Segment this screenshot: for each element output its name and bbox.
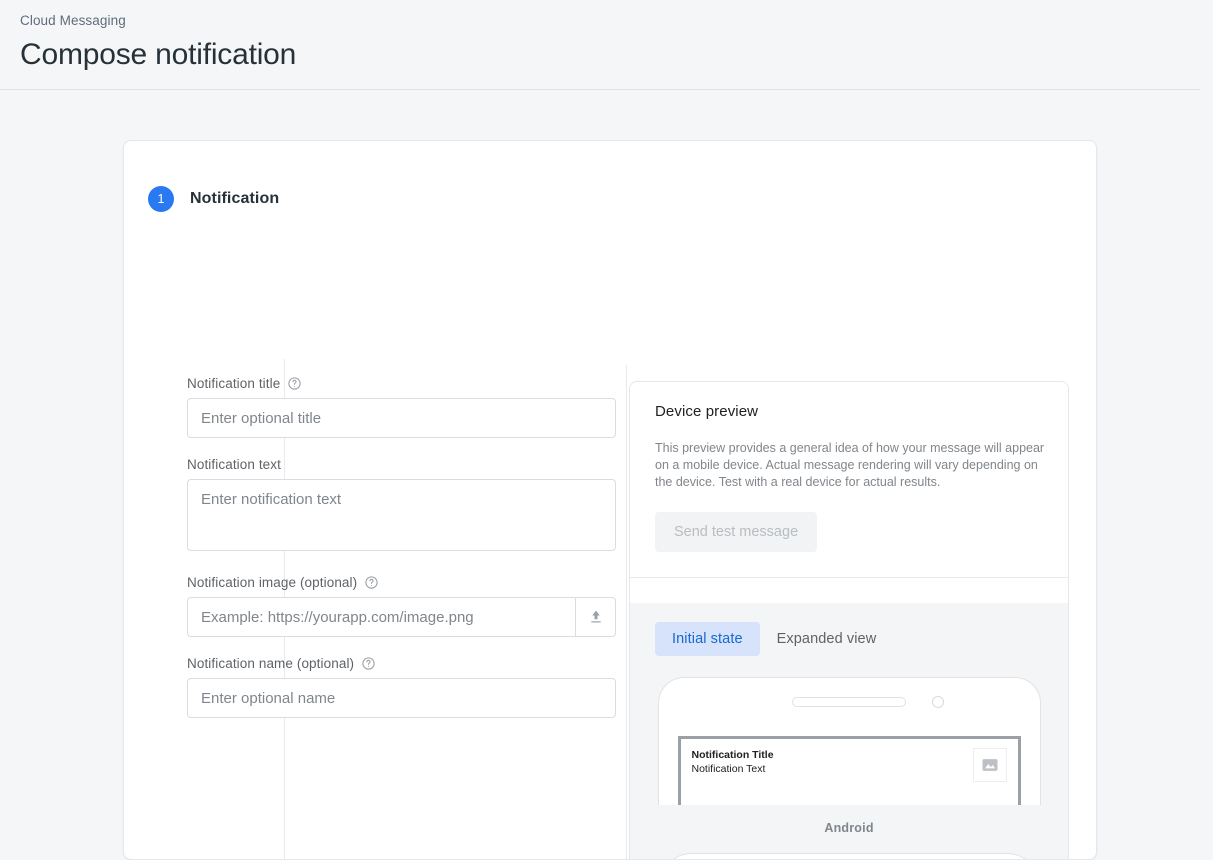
preview-state-tabs: Initial state Expanded view: [630, 603, 1068, 656]
android-notification-card: Notification Title Notification Text: [677, 736, 1021, 805]
android-device-label: Android: [824, 821, 874, 835]
notification-form: Notification title Notification text: [124, 365, 627, 859]
upload-image-button[interactable]: [575, 597, 616, 637]
notification-title-label: Notification title: [187, 376, 626, 391]
help-circle-icon[interactable]: [361, 656, 376, 671]
device-preview-description: This preview provides a general idea of …: [655, 441, 1045, 489]
notification-name-input[interactable]: [187, 678, 616, 718]
step-title: Notification: [190, 190, 280, 207]
page-header: Cloud Messaging Compose notification: [0, 0, 1213, 77]
help-circle-icon[interactable]: [364, 575, 379, 590]
help-circle-icon[interactable]: [287, 376, 302, 391]
field-notification-text: Notification text: [187, 457, 626, 556]
device-mockups: Notification Title Notification Text And…: [630, 677, 1068, 859]
upload-icon: [587, 608, 605, 626]
notification-text-input[interactable]: [187, 479, 616, 551]
notification-name-label-text: Notification name (optional): [187, 656, 355, 671]
android-notification-text: Notification Text: [691, 763, 766, 775]
android-notification-title: Notification Title: [691, 749, 774, 761]
send-test-message-button[interactable]: Send test message: [655, 512, 818, 552]
ios-device-mockup: Notification Title Notification Text: [657, 853, 1041, 859]
notification-title-label-text: Notification title: [187, 376, 281, 391]
device-preview-body: Initial state Expanded view Notification…: [630, 603, 1068, 859]
notification-title-input[interactable]: [187, 398, 616, 438]
device-preview-column: Device preview This preview provides a g…: [627, 365, 1096, 859]
notification-image-label-text: Notification image (optional): [187, 575, 358, 590]
tab-initial-state[interactable]: Initial state: [655, 622, 760, 656]
notification-name-label: Notification name (optional): [187, 656, 626, 671]
notification-text-label-text: Notification text: [187, 457, 281, 472]
image-placeholder-icon: [972, 748, 1007, 782]
notification-text-label: Notification text: [187, 457, 626, 472]
step-header: 1 Notification: [124, 141, 1096, 212]
page-title: Compose notification: [20, 38, 297, 71]
notification-image-label: Notification image (optional): [187, 575, 626, 590]
tab-expanded-view[interactable]: Expanded view: [760, 622, 894, 656]
field-notification-image: Notification image (optional): [187, 575, 626, 637]
field-notification-name: Notification name (optional): [187, 656, 626, 718]
breadcrumb[interactable]: Cloud Messaging: [20, 12, 1193, 30]
header-divider: [0, 89, 1200, 90]
notification-image-input[interactable]: [187, 597, 575, 637]
android-device-mockup: Notification Title Notification Text: [657, 677, 1041, 805]
step-number-badge: 1: [148, 186, 174, 212]
speaker-grill: [792, 697, 906, 707]
camera-icon: [932, 696, 944, 708]
device-preview-header: Device preview This preview provides a g…: [630, 382, 1068, 578]
field-notification-title: Notification title: [187, 376, 626, 438]
device-preview-title: Device preview: [655, 403, 759, 420]
compose-notification-card: 1 Notification Notification title Enter …: [123, 140, 1097, 860]
device-preview-panel: Device preview This preview provides a g…: [629, 381, 1069, 859]
